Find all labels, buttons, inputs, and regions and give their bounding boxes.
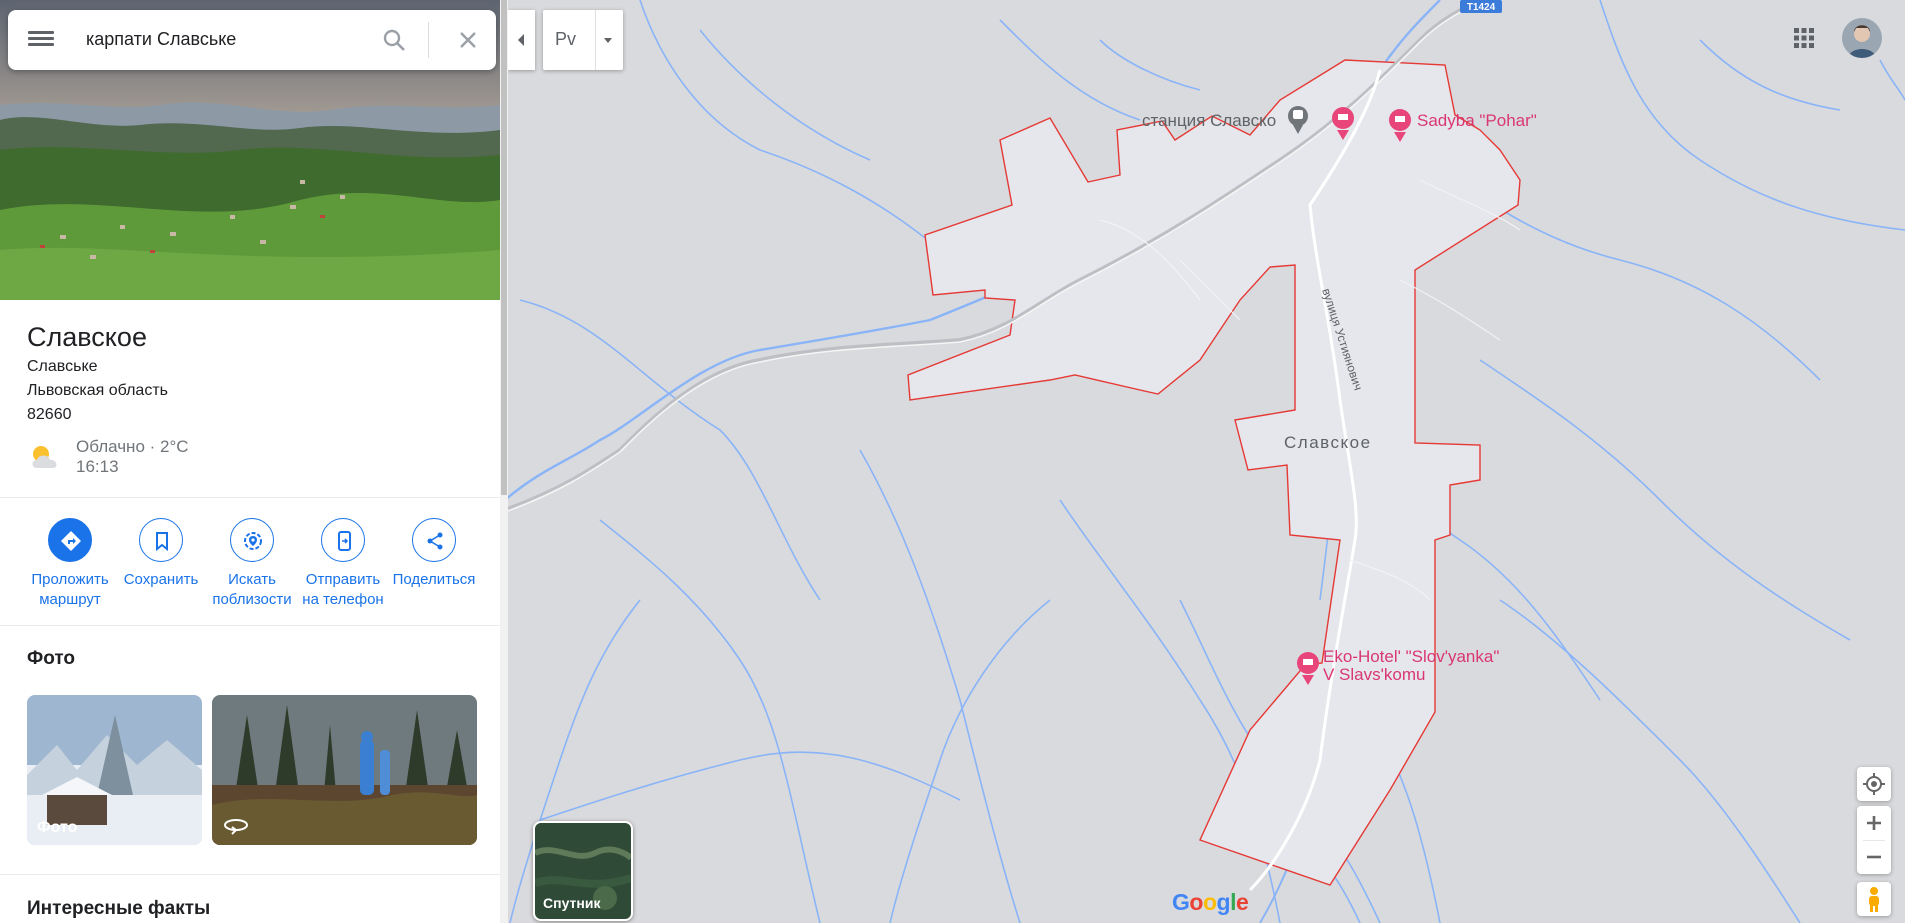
- avatar[interactable]: [1842, 18, 1882, 58]
- divider: [0, 497, 500, 498]
- logo-o2: o: [1202, 889, 1217, 915]
- place-title: Славское: [27, 322, 147, 352]
- share-icon: [427, 532, 443, 550]
- logo-g: G: [1172, 889, 1190, 915]
- nearby-icon-circle: [230, 518, 274, 562]
- nearby-search-icon: [244, 532, 262, 550]
- search-divider: [428, 22, 429, 58]
- menu-icon[interactable]: [28, 28, 54, 52]
- logo-o1: o: [1189, 889, 1203, 915]
- satellite-label: Спутник: [543, 895, 601, 911]
- chevron-down-icon: [604, 38, 612, 43]
- cloudy-weather-icon: [32, 446, 57, 468]
- zoom-in-button[interactable]: [1857, 806, 1891, 840]
- language-label: Pv: [555, 29, 577, 49]
- send-to-phone-label: Отправить на телефон: [302, 571, 384, 608]
- logo-e: e: [1235, 889, 1249, 915]
- photo-caption: Фото: [37, 819, 78, 836]
- bookmark-icon: [156, 532, 168, 552]
- phone-icon: [338, 531, 351, 551]
- directions-button[interactable]: Проложить маршрут: [23, 518, 117, 610]
- language-divider: [595, 10, 596, 70]
- hotel-label-2-line2: V Slavs'komu: [1323, 665, 1426, 684]
- pegman-button[interactable]: [1857, 882, 1891, 916]
- nearby-button[interactable]: Искать поблизости: [205, 518, 299, 610]
- pegman-icon: [1869, 887, 1879, 912]
- chevron-left-icon: [518, 34, 524, 46]
- photos-title: Фото: [27, 648, 76, 669]
- town-label[interactable]: Славское: [1284, 433, 1372, 453]
- my-location-button[interactable]: [1857, 767, 1891, 801]
- forest-photo-image: [212, 695, 477, 845]
- search-icon[interactable]: [380, 26, 408, 54]
- send-to-phone-button[interactable]: Отправить на телефон: [296, 518, 390, 610]
- minus-icon: [1867, 855, 1881, 859]
- search-input[interactable]: карпати Славське: [86, 29, 236, 50]
- panel-scrollbar[interactable]: [500, 0, 508, 923]
- station-label[interactable]: станция Славско: [1142, 111, 1276, 131]
- 360-view-icon: [224, 819, 248, 835]
- weather-info: Облачно · 2°C 16:13: [76, 437, 189, 477]
- scrollbar-thumb[interactable]: [501, 0, 507, 495]
- photo-360[interactable]: [212, 695, 477, 845]
- svg-text:T1424: T1424: [1467, 2, 1496, 13]
- weather-time: 16:13: [76, 457, 119, 476]
- road-shield: T1424: [1460, 0, 1502, 13]
- avatar-image: [1842, 18, 1882, 58]
- divider: [0, 625, 500, 626]
- save-icon-circle: [139, 518, 183, 562]
- satellite-toggle[interactable]: Спутник: [533, 821, 633, 921]
- address-line-3: 82660: [27, 406, 72, 423]
- close-icon[interactable]: [454, 26, 482, 54]
- search-box[interactable]: карпати Славське: [8, 10, 496, 70]
- zoom-control: [1857, 806, 1891, 874]
- hotel-label-2-line1: Eko-Hotel' "Slov'yanka": [1323, 647, 1500, 666]
- directions-icon-circle: [48, 518, 92, 562]
- weather-condition: Облачно · 2°C: [76, 437, 189, 456]
- zoom-out-button[interactable]: [1857, 840, 1891, 874]
- logo-g2: g: [1216, 889, 1231, 915]
- hotel-label-2[interactable]: Eko-Hotel' "Slov'yanka" V Slavs'komu: [1323, 648, 1499, 684]
- language-button[interactable]: Pv: [543, 10, 623, 70]
- plus-icon: [1867, 816, 1881, 830]
- share-label: Поделиться: [392, 571, 476, 588]
- hotel-label-1[interactable]: Sadyba "Pohar": [1417, 111, 1537, 131]
- divider: [0, 874, 500, 875]
- share-button[interactable]: Поделиться: [387, 518, 481, 590]
- directions-icon: [61, 531, 81, 551]
- apps-grid-icon[interactable]: [1793, 27, 1815, 49]
- facts-title: Интересные факты: [27, 898, 211, 919]
- collapse-panel-button[interactable]: [508, 10, 535, 70]
- directions-label: Проложить маршрут: [31, 571, 109, 608]
- nearby-label: Искать поблизости: [212, 571, 292, 608]
- save-button[interactable]: Сохранить: [114, 518, 208, 590]
- send-icon-circle: [321, 518, 365, 562]
- share-icon-circle: [412, 518, 456, 562]
- crosshair-icon: [1863, 773, 1885, 795]
- place-panel: карпати Славське Славское Славське Львов…: [0, 0, 500, 923]
- address-line-2: Львовская область: [27, 382, 168, 399]
- save-label: Сохранить: [123, 571, 199, 588]
- google-logo: Google: [1172, 889, 1249, 916]
- photo-winter[interactable]: Фото: [27, 695, 202, 845]
- address-line-1: Славське: [27, 358, 98, 375]
